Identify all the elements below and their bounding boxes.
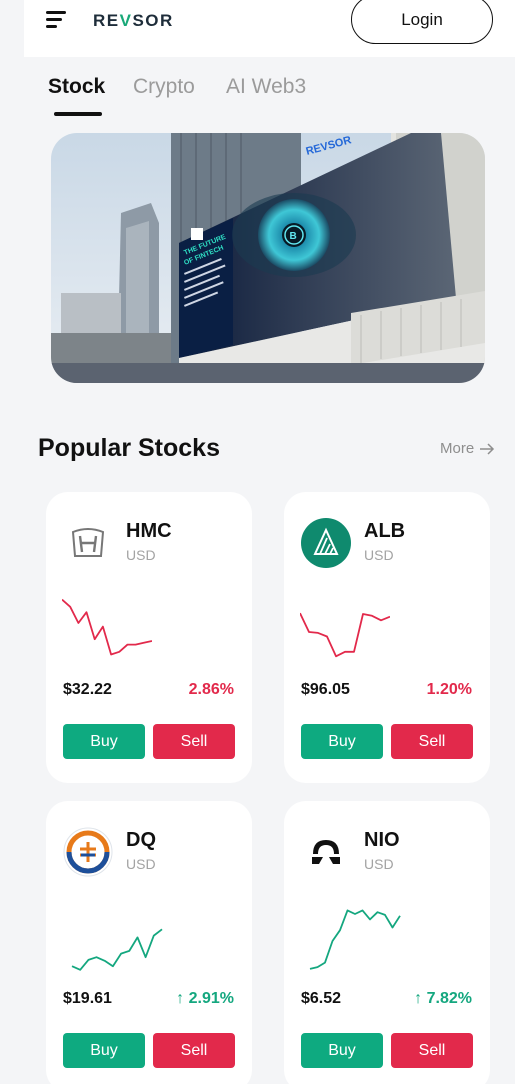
more-label: More xyxy=(440,440,475,457)
stock-price: $6.52 xyxy=(301,990,342,1007)
sparkline xyxy=(309,909,401,970)
stock-card-nio[interactable]: NIO USD $6.52 ↑ 7.82% Buy Sell xyxy=(284,801,490,1084)
svg-text:B: B xyxy=(290,231,297,242)
nio-logo-icon xyxy=(301,827,351,877)
stock-change: 1.20% xyxy=(426,681,472,698)
active-tab-indicator xyxy=(54,112,102,116)
arrow-right-icon xyxy=(480,443,495,455)
stock-change-value: 2.91% xyxy=(188,990,234,1007)
stock-change: ↑ 2.91% xyxy=(176,990,234,1008)
brand-logo[interactable]: REVSOR xyxy=(93,11,174,31)
sell-button[interactable]: Sell xyxy=(391,1033,473,1068)
sparkline-path xyxy=(71,928,163,971)
stock-currency: USD xyxy=(364,547,394,563)
logo-text-end: SOR xyxy=(132,11,174,30)
menu-icon[interactable] xyxy=(46,10,68,30)
promo-banner[interactable]: THE FUTURE OF FINTECH B REVSOR xyxy=(51,133,485,383)
daqo-logo-icon xyxy=(63,827,113,877)
arrow-up-icon: ↑ xyxy=(414,990,427,1007)
stock-change-value: 7.82% xyxy=(426,990,472,1007)
albemarle-logo-icon xyxy=(301,518,351,568)
stock-ticker: DQ xyxy=(126,829,156,851)
stock-price: $19.61 xyxy=(63,990,112,1007)
stock-price: $96.05 xyxy=(301,681,350,698)
stock-card-dq[interactable]: DQ USD $19.61 ↑ 2.91% Buy Sell xyxy=(46,801,252,1084)
buy-button[interactable]: Buy xyxy=(63,1033,145,1068)
stock-change: 2.86% xyxy=(188,681,234,698)
sparkline xyxy=(300,612,390,658)
logo-text-v: V xyxy=(119,11,133,30)
stock-currency: USD xyxy=(364,856,394,872)
stock-currency: USD xyxy=(126,547,156,563)
stock-card-hmc[interactable]: HMC USD $32.22 2.86% Buy Sell xyxy=(46,492,252,783)
top-bar: REVSOR Login xyxy=(24,0,515,57)
sell-button[interactable]: Sell xyxy=(153,1033,235,1068)
tab-ai-web3[interactable]: AI Web3 xyxy=(226,75,306,99)
login-button[interactable]: Login xyxy=(351,0,493,44)
sell-button[interactable]: Sell xyxy=(391,724,473,759)
stock-ticker: ALB xyxy=(364,520,406,542)
logo-text-start: RE xyxy=(93,11,120,30)
stock-ticker: HMC xyxy=(126,520,172,542)
stock-card-alb[interactable]: ALB USD $96.05 1.20% Buy Sell xyxy=(284,492,490,783)
sparkline xyxy=(71,928,163,971)
stock-ticker: NIO xyxy=(364,829,400,851)
sparkline xyxy=(62,598,152,656)
stock-price: $32.22 xyxy=(63,681,112,698)
tab-stock[interactable]: Stock xyxy=(48,75,105,99)
tab-crypto[interactable]: Crypto xyxy=(133,75,195,99)
sell-button[interactable]: Sell xyxy=(153,724,235,759)
arrow-up-icon: ↑ xyxy=(176,990,189,1007)
sparkline-path xyxy=(309,909,401,970)
buy-button[interactable]: Buy xyxy=(301,724,383,759)
more-link[interactable]: More xyxy=(440,440,495,457)
stock-change: ↑ 7.82% xyxy=(414,990,472,1008)
sparkline-path xyxy=(62,598,152,656)
section-title: Popular Stocks xyxy=(38,434,220,462)
buy-button[interactable]: Buy xyxy=(63,724,145,759)
honda-logo-icon xyxy=(63,518,113,568)
sparkline-path xyxy=(300,612,390,658)
stock-currency: USD xyxy=(126,856,156,872)
billboard-image: THE FUTURE OF FINTECH B REVSOR xyxy=(51,133,485,383)
buy-button[interactable]: Buy xyxy=(301,1033,383,1068)
